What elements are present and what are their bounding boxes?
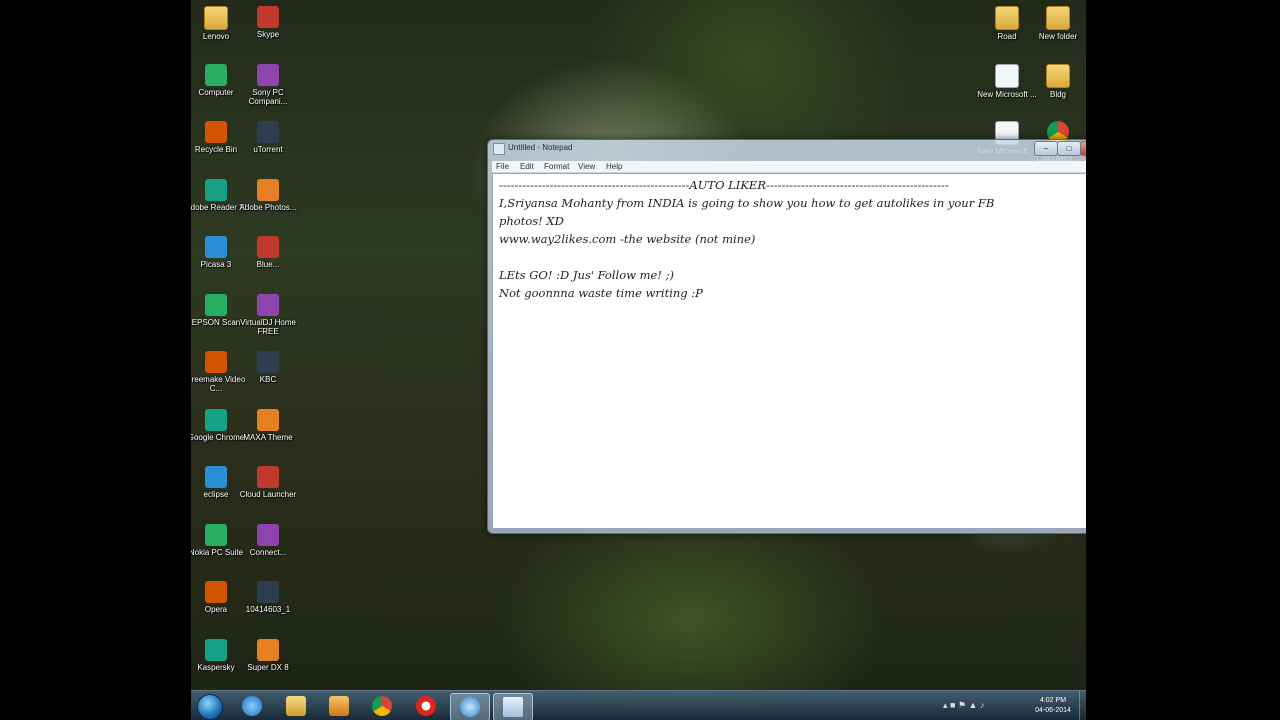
menu-format[interactable]: Format	[544, 161, 569, 172]
menu-help[interactable]: Help	[606, 161, 622, 172]
desktop-icon[interactable]: 10414603_1	[237, 577, 299, 614]
desktop-icon-label: KBC	[259, 375, 277, 384]
folder-icon	[1046, 6, 1070, 30]
desktop-icon[interactable]: VirtualDJ Home FREE	[237, 290, 299, 336]
menu-bar: File Edit Format View Help	[492, 161, 1086, 173]
ccleaner-icon[interactable]	[450, 693, 490, 720]
desktop-icon[interactable]: Blue...	[237, 232, 299, 269]
desktop-icon[interactable]: uTorrent	[237, 117, 299, 154]
file-explorer-icon[interactable]	[277, 693, 315, 719]
scanner-icon	[205, 293, 227, 316]
document-icon	[995, 64, 1019, 88]
notepad-icon	[493, 143, 505, 155]
computer-icon	[205, 63, 227, 86]
utorrent-icon	[257, 121, 279, 143]
chrome-icon	[205, 408, 227, 431]
menu-view[interactable]: View	[578, 161, 595, 172]
internet-explorer-icon[interactable]	[233, 693, 271, 719]
desktop-icon[interactable]: Super DX 8	[237, 635, 299, 672]
text-line: photos! XD	[499, 214, 564, 228]
desktop-icon-label: Cloud Launcher	[239, 490, 297, 499]
chrome-icon[interactable]	[363, 693, 401, 719]
kaspersky-icon	[205, 638, 227, 661]
desktop-icon-label: VirtualDJ Home FREE	[240, 317, 296, 336]
desktop-icon-label: uTorrent	[253, 145, 283, 154]
desktop-icon-label: New folder	[1038, 32, 1078, 41]
adobe-reader-icon	[205, 178, 227, 201]
desktop-icon-label: Adobe Photos...	[239, 202, 297, 212]
desktop-icon-label: Super DX 8	[247, 662, 289, 672]
desktop-icon-label: Connect...	[249, 547, 287, 557]
recycle-bin-icon	[205, 121, 227, 143]
image-file-icon	[257, 581, 279, 603]
opera-icon[interactable]	[407, 693, 445, 719]
desktop-icon[interactable]: Adobe Photos...	[237, 175, 299, 212]
text-line: www.way2likes.com -the website (not mine…	[499, 232, 756, 246]
desktop-icon-label: Blue...	[256, 260, 280, 269]
text-line: ----------------------------------------…	[499, 178, 949, 192]
menu-file[interactable]: File	[496, 161, 509, 172]
folder-icon	[995, 6, 1019, 30]
connect-icon	[257, 523, 279, 546]
text-editor[interactable]: ----------------------------------------…	[492, 173, 1086, 529]
maximize-button[interactable]: □	[1057, 141, 1081, 156]
desktop-icon-label: Skype	[256, 30, 280, 39]
skype-icon	[257, 6, 279, 28]
eclipse-icon	[205, 466, 227, 488]
close-button[interactable]: ✕	[1080, 141, 1086, 156]
clock-date: 04-06-2014	[1035, 707, 1071, 714]
desktop-icon[interactable]: Skype	[237, 2, 299, 39]
taskbar: ▴ ■ ⚑ ▲ ♪ 4:02 PM 04-06-2014	[191, 690, 1086, 720]
window-title: Untitled - Notepad	[508, 143, 573, 152]
nokia-icon	[205, 523, 227, 546]
virtualdj-icon	[257, 293, 279, 316]
freemake-icon	[205, 351, 227, 373]
start-button[interactable]	[197, 694, 223, 720]
picasa-icon	[205, 236, 227, 258]
minimize-button[interactable]: –	[1034, 141, 1058, 156]
desktop-icon-label: Sony PC Compani...	[248, 87, 288, 106]
app-icon	[257, 236, 279, 258]
text-line: I,Sriyansa Mohanty from INDIA is going t…	[499, 196, 995, 210]
folder-icon	[204, 6, 228, 30]
folder-icon	[1046, 64, 1070, 88]
kbc-icon	[257, 351, 279, 373]
desktop-icon[interactable]: Sony PC Compani...	[237, 60, 299, 106]
desktop-icon[interactable]: Connect...	[237, 520, 299, 557]
notepad-window[interactable]: Untitled - Notepad – □ ✕ File Edit Forma…	[487, 139, 1086, 534]
app-icon	[257, 638, 279, 661]
media-player-icon[interactable]	[320, 693, 358, 719]
text-line: Not goonnna waste time writing :P	[499, 286, 703, 300]
clock-time: 4:02 PM	[1039, 697, 1067, 704]
app-icon	[257, 408, 279, 431]
text-line: LEts GO! :D Jus' Follow me! ;)	[499, 268, 674, 282]
desktop-icon[interactable]: Bldg	[1027, 60, 1086, 99]
desktop-icon[interactable]: MAXA Theme	[237, 405, 299, 442]
desktop-icon-label: 10414603_1	[245, 605, 291, 614]
cloud-launcher-icon	[257, 466, 279, 488]
desktop: Lenovo Skype Computer Sony PC Compani... Rec…	[191, 0, 1086, 720]
notepad-icon[interactable]	[493, 693, 533, 720]
clock[interactable]: 4:02 PM 04-06-2014	[1027, 696, 1079, 716]
sony-icon	[257, 63, 279, 86]
desktop-icon-label: MAXA Theme	[243, 432, 293, 442]
photoshop-icon	[257, 178, 279, 201]
system-tray[interactable]: ▴ ■ ⚑ ▲ ♪	[943, 700, 984, 711]
desktop-icon[interactable]: Cloud Launcher	[237, 462, 299, 499]
opera-icon	[205, 581, 227, 603]
desktop-icon[interactable]: KBC	[237, 347, 299, 384]
desktop-icon[interactable]: New folder	[1027, 2, 1086, 41]
menu-edit[interactable]: Edit	[520, 161, 534, 172]
desktop-icon-label: Bldg	[1049, 90, 1066, 99]
show-desktop-button[interactable]	[1079, 691, 1086, 720]
